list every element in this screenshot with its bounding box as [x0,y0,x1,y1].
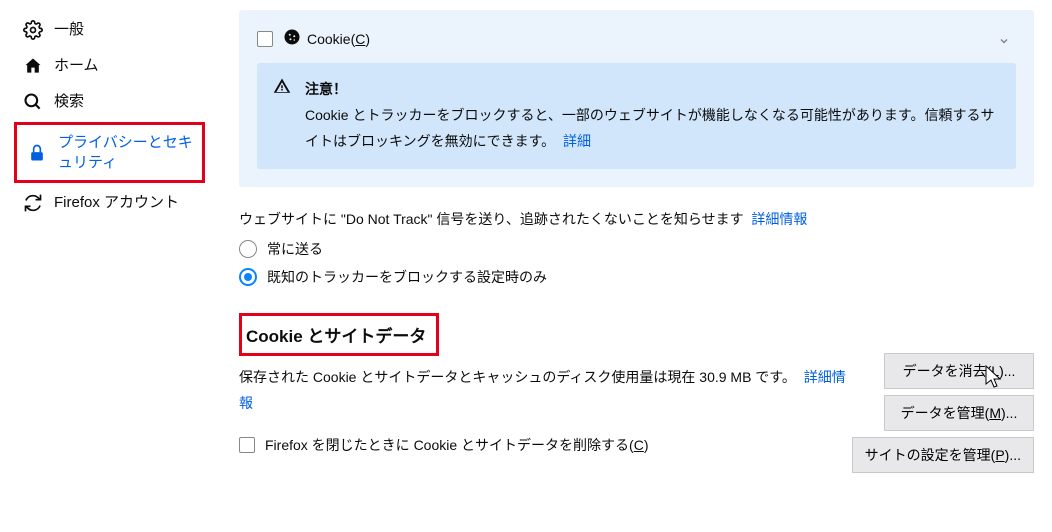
tracking-cookie-panel: Cookie(C) 注意！ Cookie とトラッカーをブロックすると、一部のウ… [239,10,1034,187]
search-icon [22,91,44,113]
sidebar-item-search[interactable]: 検索 [14,84,205,120]
sidebar-item-label: プライバシーとセキュリティ [58,133,193,172]
warning-icon [273,77,291,104]
sidebar-item-home[interactable]: ホーム [14,48,205,84]
dnt-radio-always[interactable] [239,240,257,258]
sidebar-item-account[interactable]: Firefox アカウント [14,185,205,221]
clear-data-button[interactable]: データを消去(L)... [884,353,1034,389]
dnt-radio-known[interactable] [239,268,257,286]
cookie-usage-text: 保存された Cookie とサイトデータとキャッシュのディスク使用量は現在 30… [239,369,796,385]
sidebar-item-privacy[interactable]: プライバシーとセキュリティ [18,126,201,179]
sidebar-highlight: プライバシーとセキュリティ [14,122,205,183]
warning-details-link[interactable]: 詳細 [563,133,591,149]
chevron-down-icon[interactable] [998,34,1010,50]
section-heading-highlight: Cookie とサイトデータ [239,313,439,356]
manage-data-button[interactable]: データを管理(M)... [884,395,1034,431]
dnt-radio-known-label: 既知のトラッカーをブロックする設定時のみ [267,267,547,287]
cookie-label: Cookie(C) [307,31,370,47]
dnt-intro-text: ウェブサイトに "Do Not Track" 信号を送り、追跡されたくないことを… [239,211,744,227]
home-icon [22,55,44,77]
cookie-data-section: Cookie とサイトデータ 保存された Cookie とサイトデータとキャッシ… [239,313,1034,455]
manage-permissions-button[interactable]: サイトの設定を管理(P)... [852,437,1034,473]
warning-title: 注意！ [305,81,347,97]
warning-box: 注意！ Cookie とトラッカーをブロックすると、一部のウェブサイトが機能しな… [257,63,1016,169]
sidebar: 一般 ホーム 検索 プライバシーとセキュリティ [0,0,215,532]
dnt-radio-always-label: 常に送る [267,239,323,259]
dnt-section: ウェブサイトに "Do Not Track" 信号を送り、追跡されたくないことを… [239,209,1034,287]
sidebar-item-label: 検索 [54,92,84,112]
gear-icon [22,19,44,41]
cookie-data-buttons: データを消去(L)... データを管理(M)... サイトの設定を管理(P)..… [852,353,1034,473]
section-heading: Cookie とサイトデータ [246,322,426,347]
cookie-checkbox[interactable] [257,31,273,47]
sidebar-item-label: Firefox アカウント [54,193,179,213]
main-content: Cookie(C) 注意！ Cookie とトラッカーをブロックすると、一部のウ… [215,0,1052,532]
cookie-icon [283,28,307,49]
sidebar-item-label: 一般 [54,20,84,40]
cookie-option-row[interactable]: Cookie(C) [257,28,1016,49]
delete-on-close-label: Firefox を閉じたときに Cookie とサイトデータを削除する(C) [265,435,649,455]
warning-body: Cookie とトラッカーをブロックすると、一部のウェブサイトが機能しなくなる可… [305,107,995,149]
sidebar-item-label: ホーム [54,56,99,76]
sync-icon [22,192,44,214]
sidebar-item-general[interactable]: 一般 [14,12,205,48]
dnt-more-link[interactable]: 詳細情報 [751,211,807,227]
delete-on-close-checkbox[interactable] [239,437,255,453]
lock-icon [26,142,48,164]
